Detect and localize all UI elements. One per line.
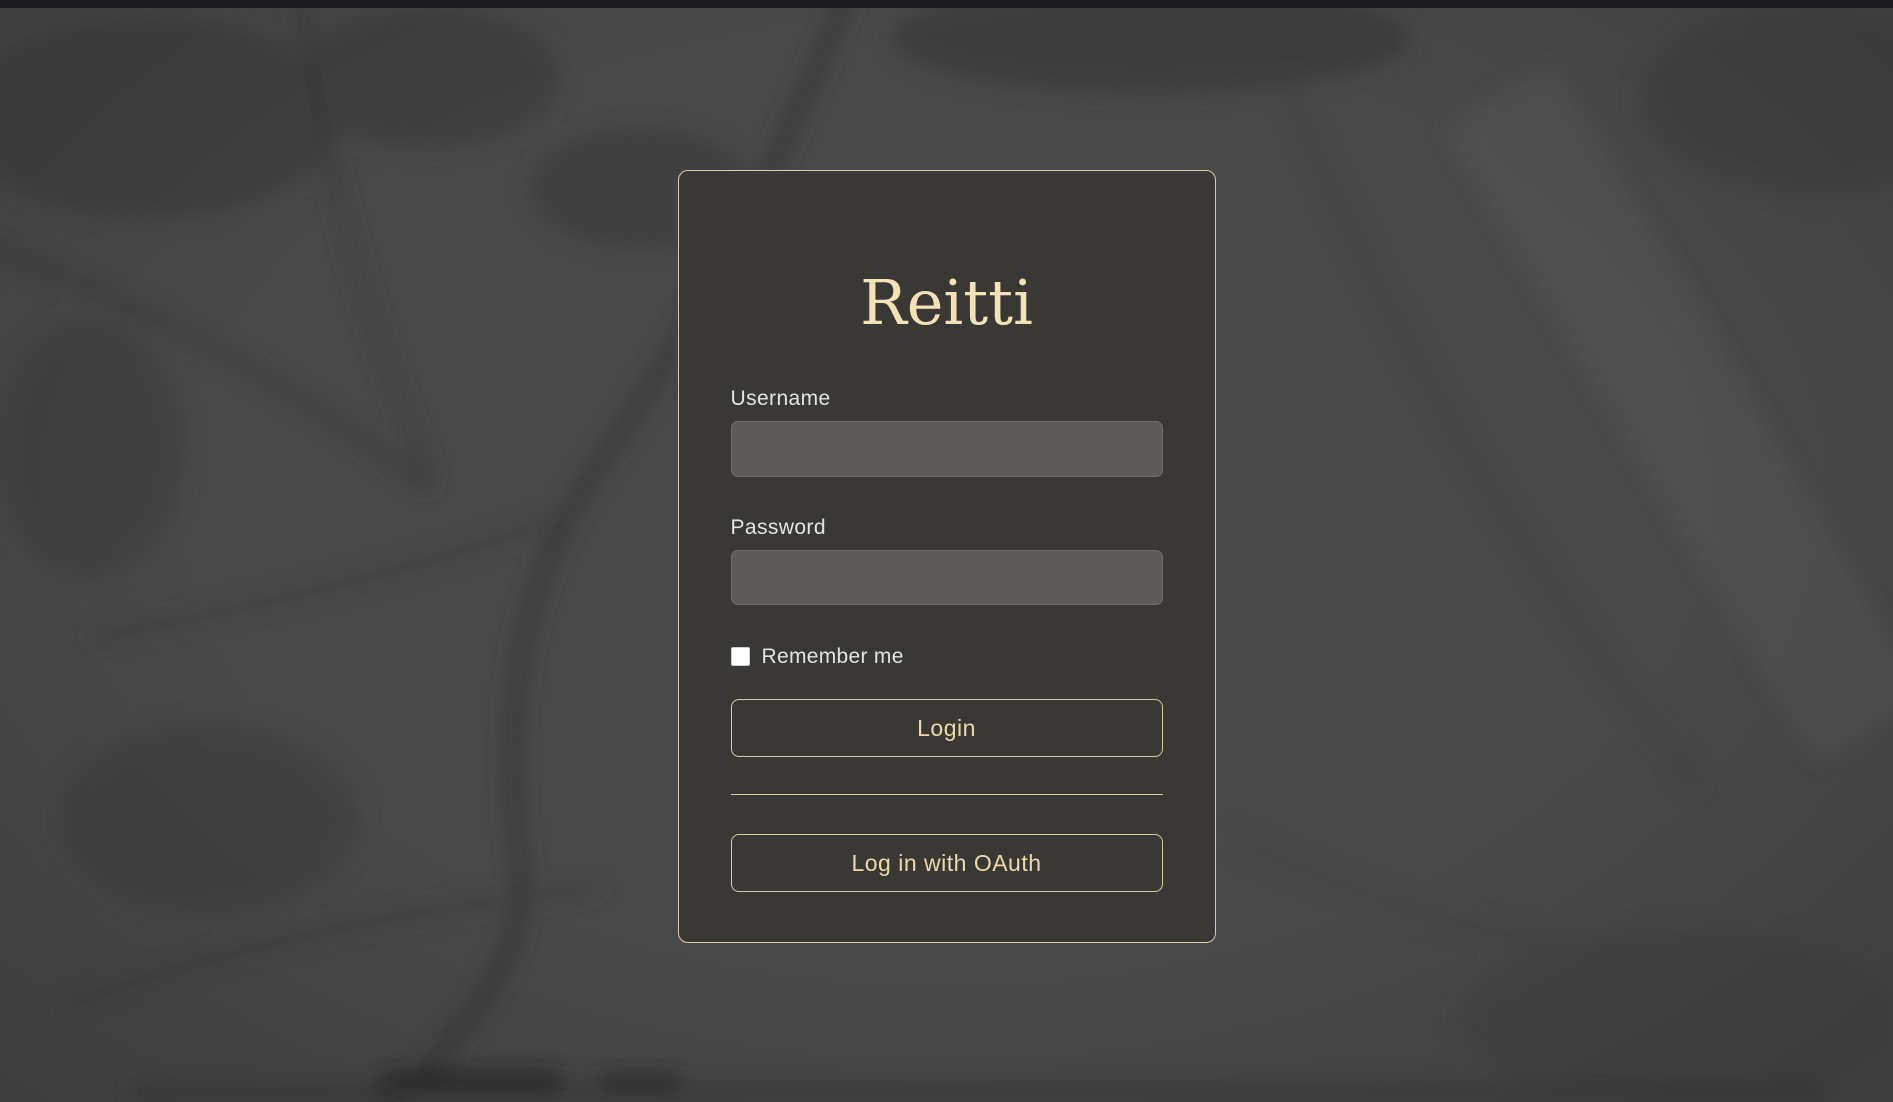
- divider: [731, 794, 1163, 795]
- remember-me-row: Remember me: [731, 642, 1163, 671]
- password-field: Password: [731, 513, 1163, 605]
- login-form: Username Password Remember me Login Log …: [731, 384, 1163, 892]
- password-input[interactable]: [731, 550, 1163, 605]
- login-card: Reitti Username Password Remember me Log…: [678, 170, 1216, 943]
- username-input[interactable]: [731, 421, 1163, 477]
- username-field: Username: [731, 384, 1163, 477]
- top-frame-bar: [0, 0, 1893, 8]
- remember-me-label[interactable]: Remember me: [762, 642, 904, 671]
- remember-me-checkbox[interactable]: [731, 647, 750, 666]
- login-button[interactable]: Login: [731, 699, 1163, 757]
- screen: Reitti Username Password Remember me Log…: [0, 0, 1893, 1102]
- app-title: Reitti: [731, 269, 1163, 337]
- username-label: Username: [731, 384, 1163, 413]
- oauth-login-button[interactable]: Log in with OAuth: [731, 834, 1163, 892]
- password-label: Password: [731, 513, 1163, 542]
